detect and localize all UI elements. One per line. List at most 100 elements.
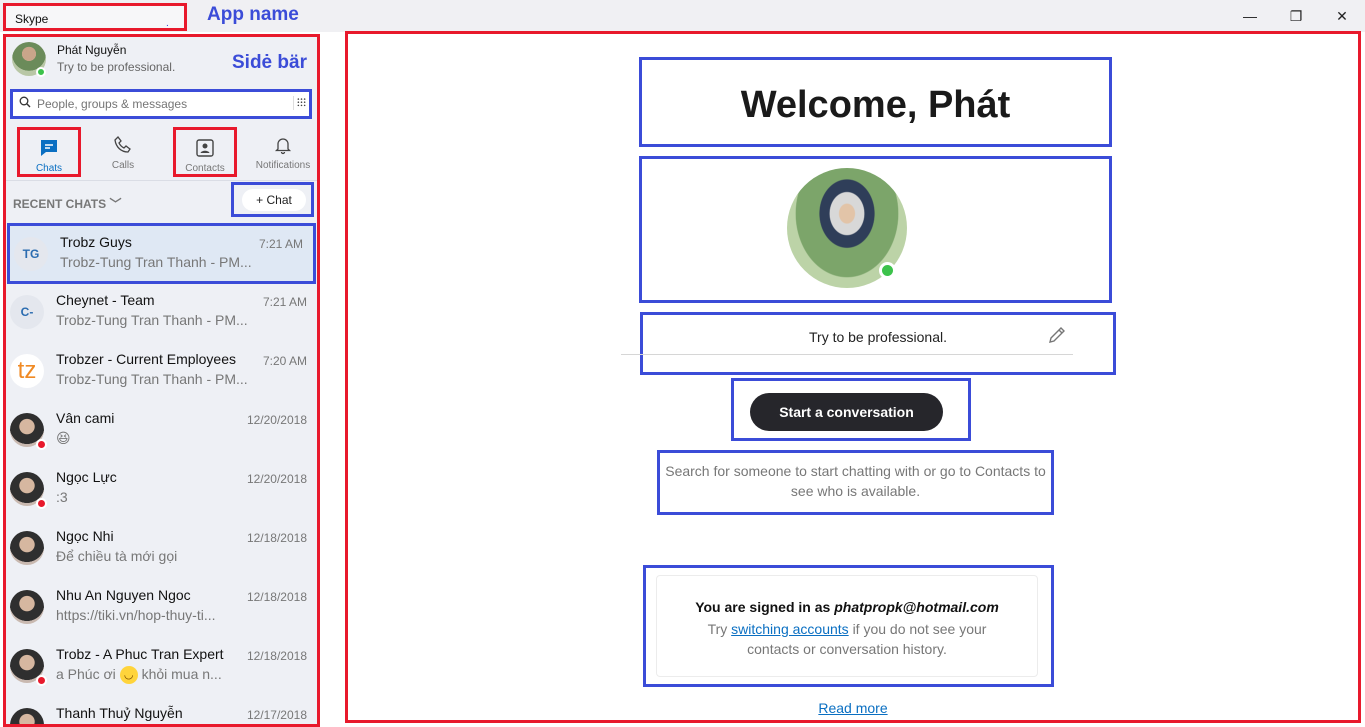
profile-photo-highlight bbox=[639, 156, 1112, 303]
tab-calls[interactable]: Calls bbox=[91, 127, 155, 177]
search-bar bbox=[10, 89, 312, 119]
main-panel: Welcome, Phát Try to be professional. St… bbox=[345, 31, 1361, 723]
chat-row-van-cami[interactable]: Vân cami 12/20/2018 😆 bbox=[6, 402, 317, 461]
phone-icon bbox=[114, 136, 131, 153]
search-input[interactable] bbox=[37, 94, 277, 114]
chat-time: 12/18/2018 bbox=[246, 590, 307, 604]
chat-preview: Trobz-Tung Tran Thanh - PM... bbox=[60, 254, 252, 270]
bell-icon bbox=[274, 138, 292, 155]
avatar: C- bbox=[10, 295, 44, 329]
hint-highlight: Search for someone to start chatting wit… bbox=[657, 450, 1054, 515]
app-name-annotation: App name bbox=[207, 4, 299, 25]
avatar: tz bbox=[10, 354, 44, 388]
signed-in-line: You are signed in as phatpropk@hotmail.c… bbox=[657, 599, 1037, 615]
chat-name: Thanh Thuỷ Nguyễn bbox=[56, 705, 183, 721]
chat-time: 12/18/2018 bbox=[246, 531, 307, 545]
avatar bbox=[10, 590, 44, 624]
chat-name: Cheynet - Team bbox=[56, 292, 155, 308]
chat-preview-text: khỏi mua n... bbox=[141, 666, 222, 682]
chat-time: 7:21 AM bbox=[262, 295, 307, 309]
contact-card-icon bbox=[196, 139, 214, 157]
chat-name: Trobzer - Current Employees bbox=[56, 351, 236, 367]
avatar: TG bbox=[14, 237, 48, 271]
profile-mood: Try to be professional. bbox=[57, 60, 176, 74]
app-title: Skype bbox=[15, 12, 49, 26]
tab-notifications-label: Notifications bbox=[255, 160, 311, 171]
switch-accounts-line: Try switching accounts if you do not see… bbox=[657, 619, 1037, 659]
welcome-highlight: Welcome, Phát bbox=[639, 57, 1112, 147]
chat-row-thanh-thuy[interactable]: Thanh Thuỷ Nguyễn 12/17/2018 bbox=[6, 697, 317, 724]
chevron-down-icon: ﹀ bbox=[109, 197, 122, 211]
title-bar: Skype . App name — ❐ ✕ bbox=[0, 0, 1365, 32]
chat-preview-text: a Phúc ơi bbox=[56, 666, 116, 682]
pencil-icon[interactable] bbox=[1046, 324, 1068, 346]
sidebar: Phát Nguyễn Try to be professional. Sidė… bbox=[3, 34, 320, 727]
tab-chats[interactable]: Chats bbox=[17, 127, 81, 177]
restore-icon: ❐ bbox=[1289, 7, 1303, 24]
chat-name: Ngọc Nhi bbox=[56, 528, 114, 544]
chat-row-nhu-an[interactable]: Nhu An Nguyen Ngoc 12/18/2018 https://ti… bbox=[6, 579, 317, 638]
chat-row-ngoc-luc[interactable]: Ngọc Lực 12/20/2018 :3 bbox=[6, 461, 317, 520]
chat-preview: 😆 bbox=[56, 430, 71, 446]
chat-row-a-phuc[interactable]: Trobz - A Phuc Tran Expert 12/18/2018 a … bbox=[6, 638, 317, 697]
recent-chats-dropdown[interactable]: RECENT CHATS ﹀ bbox=[13, 195, 121, 212]
chat-time: 12/20/2018 bbox=[246, 413, 307, 427]
signed-in-highlight: You are signed in as phatpropk@hotmail.c… bbox=[643, 565, 1054, 687]
chat-preview: Trobz-Tung Tran Thanh - PM... bbox=[56, 371, 248, 387]
online-status-icon bbox=[36, 67, 46, 77]
switching-accounts-link[interactable]: switching accounts bbox=[731, 621, 849, 637]
signed-in-email: phatpropk@hotmail.com bbox=[834, 599, 999, 615]
chat-row-trobzer[interactable]: tz Trobzer - Current Employees 7:20 AM T… bbox=[6, 343, 317, 402]
tab-notifications[interactable]: Notifications bbox=[250, 127, 316, 177]
chat-name: Nhu An Nguyen Ngoc bbox=[56, 587, 191, 603]
hint-text: Search for someone to start chatting wit… bbox=[665, 463, 1046, 499]
chat-time: 12/17/2018 bbox=[246, 708, 307, 722]
start-conversation-button[interactable]: Start a conversation bbox=[750, 393, 943, 431]
minimize-button[interactable]: — bbox=[1227, 2, 1273, 30]
chat-name: Trobz - A Phuc Tran Expert bbox=[56, 646, 224, 662]
chat-row-trobz-guys[interactable]: TG Trobz Guys 7:21 AM Trobz-Tung Tran Th… bbox=[7, 223, 316, 284]
minimize-icon: — bbox=[1243, 8, 1257, 24]
chat-time: 7:21 AM bbox=[258, 237, 303, 251]
chat-name: Vân cami bbox=[56, 410, 115, 426]
tab-contacts-label: Contacts bbox=[185, 163, 225, 174]
read-more-link[interactable]: Read more bbox=[818, 700, 887, 716]
blocked-status-icon bbox=[36, 498, 47, 509]
plus-icon: + bbox=[256, 193, 264, 207]
chat-row-cheynet-team[interactable]: C- Cheynet - Team 7:21 AM Trobz-Tung Tra… bbox=[6, 284, 317, 343]
close-button[interactable]: ✕ bbox=[1319, 2, 1365, 30]
recent-chats-label: RECENT CHATS bbox=[13, 197, 107, 211]
mood-highlight: Try to be professional. bbox=[621, 312, 1116, 375]
chat-preview: https://tiki.vn/hop-thuy-ti... bbox=[56, 607, 216, 623]
mood-underline bbox=[621, 354, 1073, 355]
chat-list: TG Trobz Guys 7:21 AM Trobz-Tung Tran Th… bbox=[6, 223, 317, 724]
mood-message-field[interactable]: Try to be professional. bbox=[643, 329, 1113, 345]
signed-in-card: You are signed in as phatpropk@hotmail.c… bbox=[656, 575, 1038, 677]
try-text: Try bbox=[707, 621, 728, 637]
tab-chats-label: Chats bbox=[35, 163, 63, 174]
online-status-icon bbox=[879, 262, 896, 279]
chat-name: Ngọc Lực bbox=[56, 469, 117, 485]
tab-contacts[interactable]: Contacts bbox=[173, 127, 237, 177]
new-chat-highlight: + Chat bbox=[231, 182, 314, 217]
chat-row-ngoc-nhi[interactable]: Ngọc Nhi 12/18/2018 Để chiều tà mới gọi bbox=[6, 520, 317, 579]
read-more-row: Read more bbox=[348, 700, 1358, 716]
chat-preview: a Phúc ơi ◡ khỏi mua n... bbox=[56, 666, 271, 685]
smile-emoji-icon: ◡ bbox=[119, 666, 138, 685]
avatar bbox=[10, 708, 44, 724]
search-icon bbox=[19, 96, 31, 108]
start-conversation-highlight: Start a conversation bbox=[731, 378, 971, 441]
chat-name: Trobz Guys bbox=[60, 234, 132, 250]
nav-tabs: Chats Calls Contacts Notifications bbox=[6, 127, 317, 181]
dialpad-icon[interactable] bbox=[293, 96, 307, 110]
blocked-status-icon bbox=[36, 675, 47, 686]
profile-name: Phát Nguyễn bbox=[57, 43, 127, 57]
new-chat-label: Chat bbox=[266, 193, 292, 207]
chat-bubble-icon bbox=[41, 140, 57, 156]
app-title-dot: . bbox=[166, 18, 169, 29]
signed-in-prefix: You are signed in as bbox=[695, 599, 831, 615]
sidebar-annotation: Sidė bär bbox=[232, 52, 307, 73]
maximize-button[interactable]: ❐ bbox=[1273, 2, 1319, 30]
tab-calls-label: Calls bbox=[111, 160, 135, 171]
new-chat-button[interactable]: + Chat bbox=[242, 189, 306, 211]
